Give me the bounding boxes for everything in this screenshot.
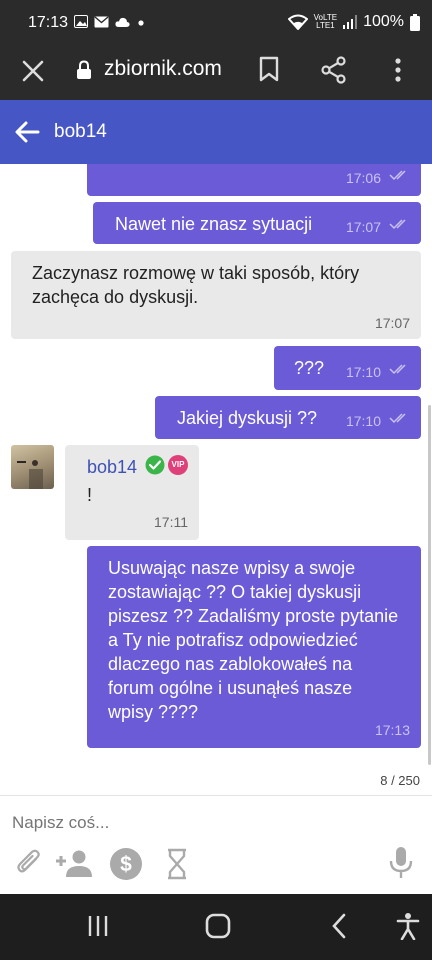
- add-user-icon[interactable]: [54, 848, 94, 878]
- message-input[interactable]: [12, 813, 392, 833]
- hourglass-icon[interactable]: [165, 848, 189, 880]
- avatar-image: [17, 460, 43, 489]
- message-text-line: zostawiając ?? O takiej dyskusji: [108, 582, 362, 602]
- message-text-line: a Ty nie potrafisz odpowiedzieć: [108, 630, 358, 650]
- message-text-line: wpisy ????: [108, 702, 199, 722]
- message-text-line: zachęca do dyskusji.: [32, 287, 199, 307]
- read-ticks-icon: [389, 170, 406, 181]
- wifi-icon: [287, 14, 308, 30]
- message-outgoing: ??? 17:10: [274, 346, 421, 390]
- gallery-icon: [74, 15, 88, 28]
- read-ticks-icon: [389, 413, 406, 424]
- svg-text:$: $: [120, 853, 132, 876]
- share-icon[interactable]: [320, 56, 348, 84]
- message-time: 17:07: [374, 315, 410, 331]
- avatar[interactable]: [11, 445, 54, 489]
- read-ticks-icon: [389, 219, 406, 230]
- sender-name[interactable]: bob14: [87, 455, 137, 479]
- microphone-icon[interactable]: [388, 846, 414, 880]
- message-text: Nawet nie znasz sytuacji: [115, 214, 313, 234]
- verified-icon: [145, 455, 165, 475]
- message-time: 17:10: [345, 364, 381, 380]
- divider: [0, 795, 432, 796]
- back-icon[interactable]: [330, 913, 348, 939]
- message-text: ???: [294, 358, 325, 378]
- message-incoming: bob14 VIP ! 17:11: [65, 445, 199, 540]
- recent-apps-icon[interactable]: [86, 914, 110, 938]
- battery-percent: 100%: [363, 13, 404, 30]
- message-text-line: Usuwając nasze wpisy a swoje: [108, 558, 356, 578]
- message-text-line: piszesz ?? Zadaliśmy proste pytanie: [108, 606, 399, 626]
- signal-icon: [343, 15, 358, 29]
- attachment-icon[interactable]: [16, 848, 42, 878]
- read-ticks-icon: [389, 364, 406, 375]
- message-text-line: forum ogólne i usunąłeś nasze: [108, 678, 353, 698]
- message-outgoing: Nawet nie znasz sytuacji 17:07: [93, 202, 421, 244]
- more-menu-icon[interactable]: [390, 56, 406, 84]
- message-text: !: [87, 485, 93, 505]
- system-navigation-bar: [0, 894, 432, 960]
- scrollbar[interactable]: [428, 405, 431, 765]
- message-outgoing: 17:06: [87, 164, 421, 196]
- battery-icon: [410, 13, 420, 31]
- message-time: 17:11: [154, 514, 188, 530]
- url-text[interactable]: zbiornik.com: [104, 57, 222, 81]
- cloud-icon: [115, 17, 130, 27]
- message-time: 17:13: [374, 722, 410, 738]
- lte-label-bottom: LTE1: [316, 21, 335, 30]
- character-counter: 8 / 250: [380, 773, 420, 788]
- message-time: 17:10: [345, 413, 381, 429]
- notification-dot-icon: [138, 19, 144, 26]
- lock-icon: [77, 60, 91, 79]
- message-outgoing: Usuwając nasze wpisy a swoje zostawiając…: [87, 546, 421, 748]
- message-text: Jakiej dyskusji ??: [177, 408, 318, 428]
- message-incoming: Zaczynasz rozmowę w taki sposób, który z…: [11, 251, 421, 339]
- status-bar: 17:13 VoLTE LTE1 100%: [0, 0, 432, 46]
- message-text-line: Zaczynasz rozmowę w taki sposób, który: [32, 263, 360, 283]
- home-icon[interactable]: [205, 913, 231, 939]
- lte-indicator: VoLTE LTE1: [314, 14, 337, 30]
- close-icon[interactable]: [20, 58, 46, 84]
- message-text-line: dlaczego nas zablokowałeś na: [108, 654, 353, 674]
- vip-badge-label: VIP: [171, 460, 185, 469]
- dollar-icon[interactable]: $: [109, 847, 143, 881]
- status-time: 17:13: [28, 14, 69, 31]
- chat-header: bob14: [0, 100, 432, 164]
- message-outgoing: Jakiej dyskusji ?? 17:10: [155, 396, 421, 439]
- message-time: 17:07: [345, 219, 381, 235]
- mail-icon: [94, 15, 109, 27]
- back-arrow-icon[interactable]: [14, 120, 40, 144]
- accessibility-icon[interactable]: [396, 912, 420, 940]
- bookmark-icon[interactable]: [258, 56, 280, 82]
- chat-title[interactable]: bob14: [54, 121, 107, 143]
- browser-toolbar: zbiornik.com: [0, 46, 432, 100]
- message-time: 17:06: [345, 170, 381, 186]
- vip-badge: VIP: [168, 455, 188, 475]
